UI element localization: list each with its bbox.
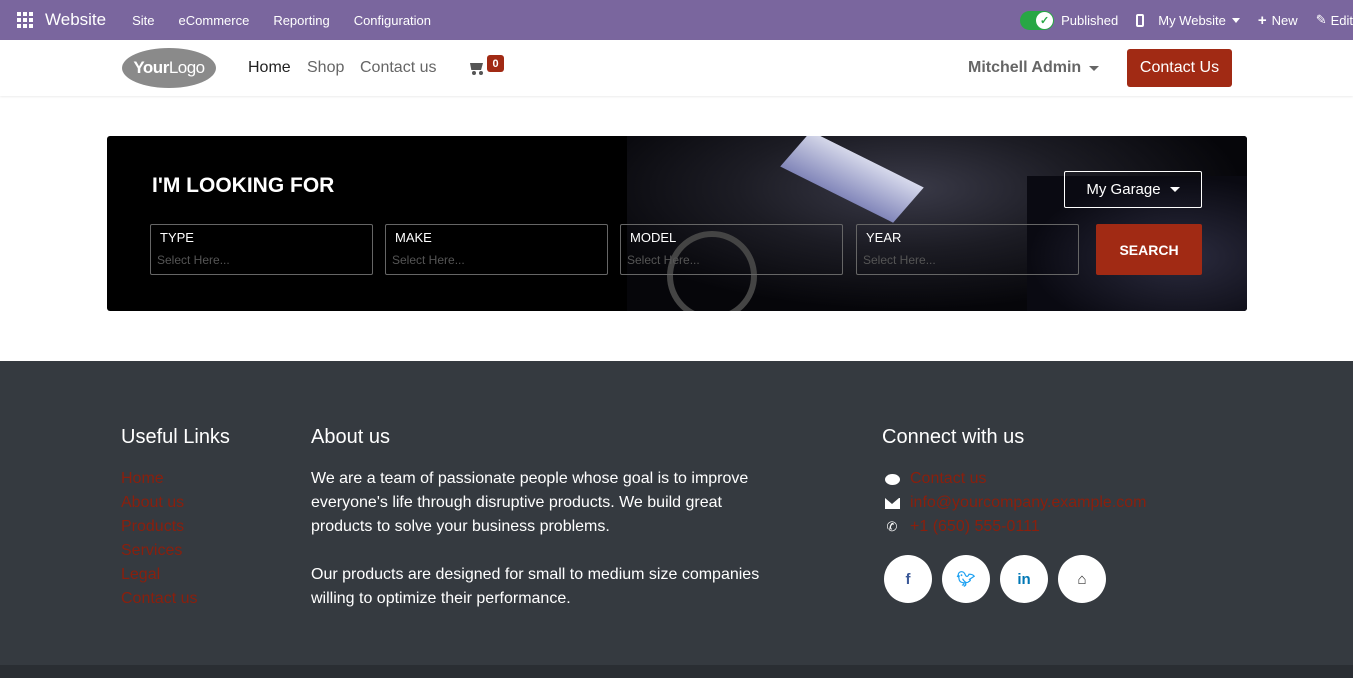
make-label: MAKE (395, 230, 432, 245)
site-header: Your Logo Home Shop Contact us Mitchell A… (0, 40, 1353, 96)
my-garage-label: My Garage (1086, 181, 1161, 198)
published-toggle[interactable]: ✓ Published (1020, 10, 1119, 30)
menu-reporting[interactable]: Reporting (273, 13, 329, 28)
linkedin-icon[interactable]: in (1000, 555, 1048, 603)
check-icon: ✓ (1036, 11, 1054, 29)
contact-list: Contact us info@yourcompany.example.com … (882, 467, 1147, 539)
mobile-icon (1136, 13, 1145, 27)
type-select[interactable]: TYPE Select Here... (150, 224, 373, 275)
model-placeholder: Select Here... (627, 253, 700, 267)
mobile-preview-button[interactable]: My Website (1136, 13, 1240, 28)
comment-icon (882, 473, 902, 485)
copyright-bar (0, 665, 1353, 678)
admin-bar: Website Site eCommerce Reporting Configu… (0, 0, 1353, 40)
email-link[interactable]: info@yourcompany.example.com (910, 494, 1147, 512)
search-title: I'M LOOKING FOR (152, 174, 335, 197)
year-placeholder: Select Here... (863, 253, 936, 267)
envelope-icon (882, 497, 902, 509)
model-select[interactable]: MODEL Select Here... (620, 224, 843, 275)
new-label: New (1271, 12, 1298, 28)
contact-us-button[interactable]: Contact Us (1127, 49, 1232, 87)
footer-link-home[interactable]: Home (121, 467, 197, 491)
phone-icon: ✆ (886, 519, 898, 534)
user-name: Mitchell Admin (968, 59, 1082, 76)
model-label: MODEL (630, 230, 677, 245)
contact-row: Contact us (882, 467, 1147, 491)
cart-icon (468, 61, 484, 75)
connect-title: Connect with us (882, 426, 1025, 448)
about-title: About us (311, 426, 390, 448)
footer-link-about-us[interactable]: About us (121, 491, 197, 515)
search-button[interactable]: SEARCH (1096, 224, 1202, 275)
edit-label: Edit (1330, 12, 1353, 28)
footer: Useful Links Home About us Products Serv… (0, 361, 1353, 665)
my-garage-dropdown[interactable]: My Garage (1064, 171, 1202, 208)
footer-link-legal[interactable]: Legal (121, 563, 197, 587)
type-placeholder: Select Here... (157, 253, 230, 267)
chevron-down-icon (1089, 65, 1100, 71)
phone-link[interactable]: +1 (650) 555-0111 (910, 518, 1040, 536)
vehicle-search-block: I'M LOOKING FOR My Garage TYPE Select He… (107, 136, 1247, 311)
useful-links-list: Home About us Products Services Legal Co… (121, 467, 197, 611)
new-button[interactable]: + New (1258, 12, 1298, 29)
about-paragraph-1: We are a team of passionate people whose… (311, 470, 749, 535)
cart-count-badge: 0 (487, 55, 504, 72)
chevron-down-icon (1231, 17, 1240, 23)
useful-links-title: Useful Links (121, 426, 230, 448)
nav-shop[interactable]: Shop (307, 59, 344, 77)
pencil-icon: ✎ (1315, 12, 1327, 27)
make-placeholder: Select Here... (392, 253, 465, 267)
edit-button[interactable]: ✎ Edit (1316, 12, 1353, 28)
logo-bold: Your (133, 58, 169, 77)
contact-us-link[interactable]: Contact us (910, 470, 986, 488)
website-switcher[interactable]: My Website (1158, 13, 1226, 28)
apps-menu-icon[interactable] (17, 12, 33, 28)
site-logo[interactable]: Your Logo (122, 48, 216, 88)
cart-button[interactable] (468, 58, 484, 75)
toggle-switch[interactable]: ✓ (1020, 10, 1055, 30)
twitter-icon[interactable]: 🐦︎ (942, 555, 990, 603)
app-name[interactable]: Website (45, 10, 106, 30)
year-label: YEAR (866, 230, 902, 245)
menu-configuration[interactable]: Configuration (354, 13, 431, 28)
menu-site[interactable]: Site (132, 13, 154, 28)
published-label: Published (1061, 12, 1119, 28)
footer-link-products[interactable]: Products (121, 515, 197, 539)
footer-link-services[interactable]: Services (121, 539, 197, 563)
logo-light: Logo (168, 58, 205, 77)
user-menu[interactable]: Mitchell Admin (968, 59, 1100, 77)
footer-link-contact-us[interactable]: Contact us (121, 587, 197, 611)
phone-row: ✆ +1 (650) 555-0111 (882, 515, 1147, 539)
nav-contact-us[interactable]: Contact us (360, 59, 436, 77)
make-select[interactable]: MAKE Select Here... (385, 224, 608, 275)
about-paragraph-2: Our products are designed for small to m… (311, 566, 760, 607)
email-row: info@yourcompany.example.com (882, 491, 1147, 515)
type-label: TYPE (160, 230, 194, 245)
plus-icon: + (1257, 11, 1267, 29)
about-text: We are a team of passionate people whose… (311, 467, 761, 611)
facebook-icon[interactable]: f (884, 555, 932, 603)
year-select[interactable]: YEAR Select Here... (856, 224, 1079, 275)
nav-home[interactable]: Home (248, 59, 291, 77)
home-icon[interactable]: ⌂ (1058, 555, 1106, 603)
menu-ecommerce[interactable]: eCommerce (179, 13, 250, 28)
social-links: f 🐦︎ in ⌂ (884, 555, 1116, 603)
chevron-down-icon (1169, 187, 1180, 192)
